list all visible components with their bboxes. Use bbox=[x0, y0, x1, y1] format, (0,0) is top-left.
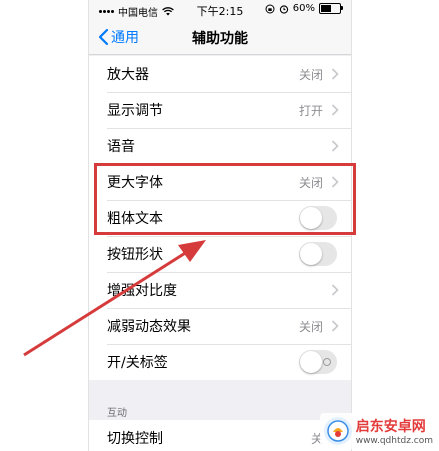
watermark-name: 启东安卓网 bbox=[355, 419, 426, 435]
watermark-logo-icon bbox=[323, 417, 352, 445]
watermark: 启东安卓网 www.qdhtdz.com bbox=[319, 413, 437, 449]
watermark-url: www.qdhtdz.com bbox=[355, 436, 433, 446]
annotation-arrow bbox=[23, 240, 206, 357]
